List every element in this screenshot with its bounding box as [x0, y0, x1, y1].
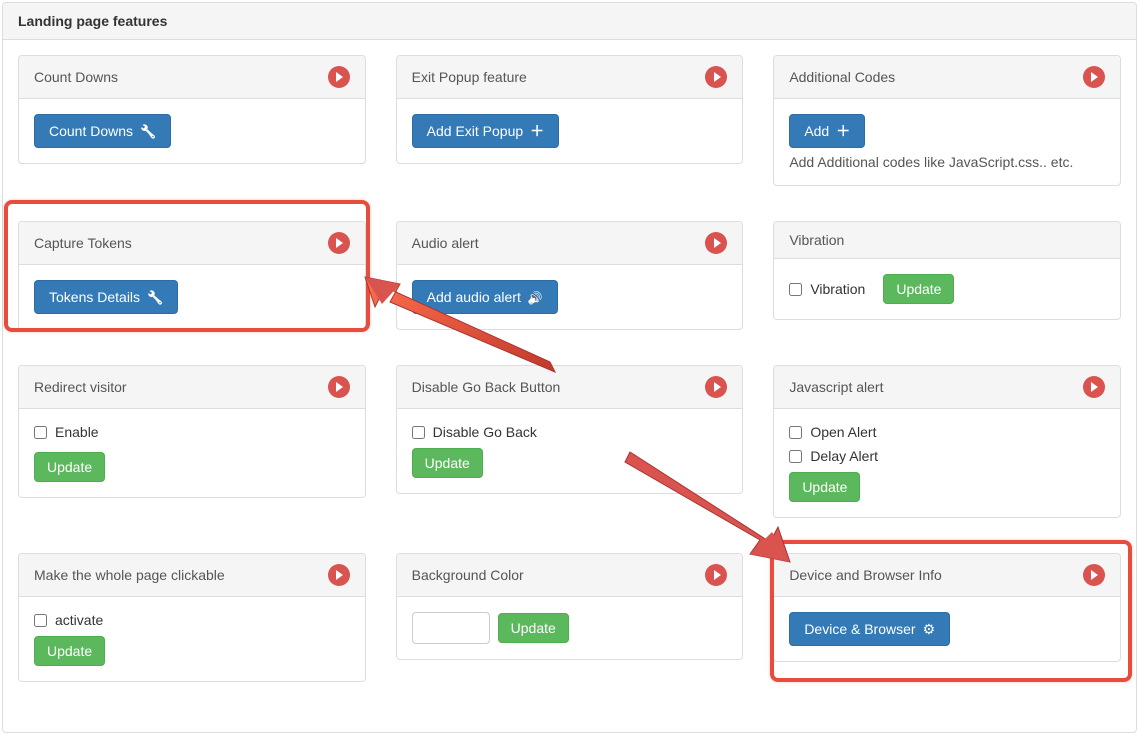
- play-icon[interactable]: [705, 66, 727, 88]
- button-label: Update: [425, 455, 470, 471]
- checkbox-label[interactable]: Delay Alert: [810, 448, 878, 464]
- activate-checkbox[interactable]: [34, 614, 47, 627]
- card-audio-alert: Audio alert Add audio alert: [396, 221, 744, 330]
- open-alert-checkbox[interactable]: [789, 426, 802, 439]
- card-javascript-alert: Javascript alert Open Alert Delay Alert …: [773, 365, 1121, 518]
- bg-color-input[interactable]: [412, 612, 490, 644]
- play-icon[interactable]: [1083, 376, 1105, 398]
- clickable-update-button[interactable]: Update: [34, 636, 105, 666]
- play-icon[interactable]: [705, 564, 727, 586]
- go-back-checkbox[interactable]: [412, 426, 425, 439]
- redirect-enable-checkbox[interactable]: [34, 426, 47, 439]
- page-title: Landing page features: [3, 3, 1136, 40]
- checkbox-label[interactable]: activate: [55, 612, 103, 628]
- card-title: Count Downs: [34, 69, 118, 85]
- card-capture-tokens: Capture Tokens Tokens Details: [18, 221, 366, 330]
- plus-icon: [530, 124, 544, 138]
- checkbox-label[interactable]: Disable Go Back: [433, 424, 537, 440]
- card-title: Device and Browser Info: [789, 567, 942, 583]
- button-label: Update: [47, 643, 92, 659]
- play-icon[interactable]: [328, 232, 350, 254]
- button-label: Device & Browser: [804, 621, 915, 637]
- vibration-checkbox[interactable]: [789, 283, 802, 296]
- card-whole-page-clickable: Make the whole page clickable activate U…: [18, 553, 366, 682]
- bgcolor-update-button[interactable]: Update: [498, 613, 569, 643]
- redirect-update-button[interactable]: Update: [34, 452, 105, 482]
- vibration-update-button[interactable]: Update: [883, 274, 954, 304]
- wrench-icon: [140, 124, 156, 138]
- device-browser-button[interactable]: Device & Browser: [789, 612, 950, 646]
- card-exit-popup: Exit Popup feature Add Exit Popup: [396, 55, 744, 164]
- volume-icon: [528, 290, 543, 304]
- card-note: Add Additional codes like JavaScript.css…: [789, 154, 1105, 170]
- add-audio-alert-button[interactable]: Add audio alert: [412, 280, 558, 314]
- card-title: Redirect visitor: [34, 379, 127, 395]
- add-code-button[interactable]: Add: [789, 114, 865, 148]
- card-title: Capture Tokens: [34, 235, 132, 251]
- button-label: Add audio alert: [427, 289, 521, 305]
- play-icon[interactable]: [328, 564, 350, 586]
- wrench-icon: [147, 290, 163, 304]
- card-count-downs: Count Downs Count Downs: [18, 55, 366, 164]
- card-title: Make the whole page clickable: [34, 567, 225, 583]
- button-label: Update: [511, 620, 556, 636]
- delay-alert-checkbox[interactable]: [789, 450, 802, 463]
- card-title: Audio alert: [412, 235, 479, 251]
- checkbox-label[interactable]: Vibration: [810, 281, 865, 297]
- button-label: Update: [802, 479, 847, 495]
- play-icon[interactable]: [328, 376, 350, 398]
- checkbox-label[interactable]: Enable: [55, 424, 99, 440]
- play-icon[interactable]: [1083, 66, 1105, 88]
- button-label: Tokens Details: [49, 289, 140, 305]
- card-redirect-visitor: Redirect visitor Enable Update: [18, 365, 366, 498]
- card-title: Additional Codes: [789, 69, 895, 85]
- tokens-details-button[interactable]: Tokens Details: [34, 280, 178, 314]
- card-background-color: Background Color Update: [396, 553, 744, 660]
- cards-grid: Count Downs Count Downs Exit Popup featu…: [3, 40, 1136, 732]
- count-downs-button[interactable]: Count Downs: [34, 114, 171, 148]
- main-panel: Landing page features Count Downs Count …: [2, 2, 1137, 733]
- card-title: Exit Popup feature: [412, 69, 527, 85]
- jsalert-update-button[interactable]: Update: [789, 472, 860, 502]
- play-icon[interactable]: [328, 66, 350, 88]
- checkbox-label[interactable]: Open Alert: [810, 424, 876, 440]
- card-title: Background Color: [412, 567, 524, 583]
- button-label: Update: [896, 281, 941, 297]
- plus-icon: [836, 124, 850, 138]
- card-vibration: Vibration Vibration Update: [773, 221, 1121, 320]
- card-title: Javascript alert: [789, 379, 883, 395]
- button-label: Update: [47, 459, 92, 475]
- add-exit-popup-button[interactable]: Add Exit Popup: [412, 114, 560, 148]
- card-device-browser: Device and Browser Info Device & Browser: [773, 553, 1121, 662]
- card-additional-codes: Additional Codes Add Add Additional code…: [773, 55, 1121, 186]
- card-disable-go-back: Disable Go Back Button Disable Go Back U…: [396, 365, 744, 494]
- go-back-update-button[interactable]: Update: [412, 448, 483, 478]
- play-icon[interactable]: [705, 232, 727, 254]
- card-title: Vibration: [789, 232, 844, 248]
- gear-icon: [923, 622, 936, 636]
- button-label: Add: [804, 123, 829, 139]
- button-label: Count Downs: [49, 123, 133, 139]
- play-icon[interactable]: [1083, 564, 1105, 586]
- card-title: Disable Go Back Button: [412, 379, 561, 395]
- button-label: Add Exit Popup: [427, 123, 524, 139]
- play-icon[interactable]: [705, 376, 727, 398]
